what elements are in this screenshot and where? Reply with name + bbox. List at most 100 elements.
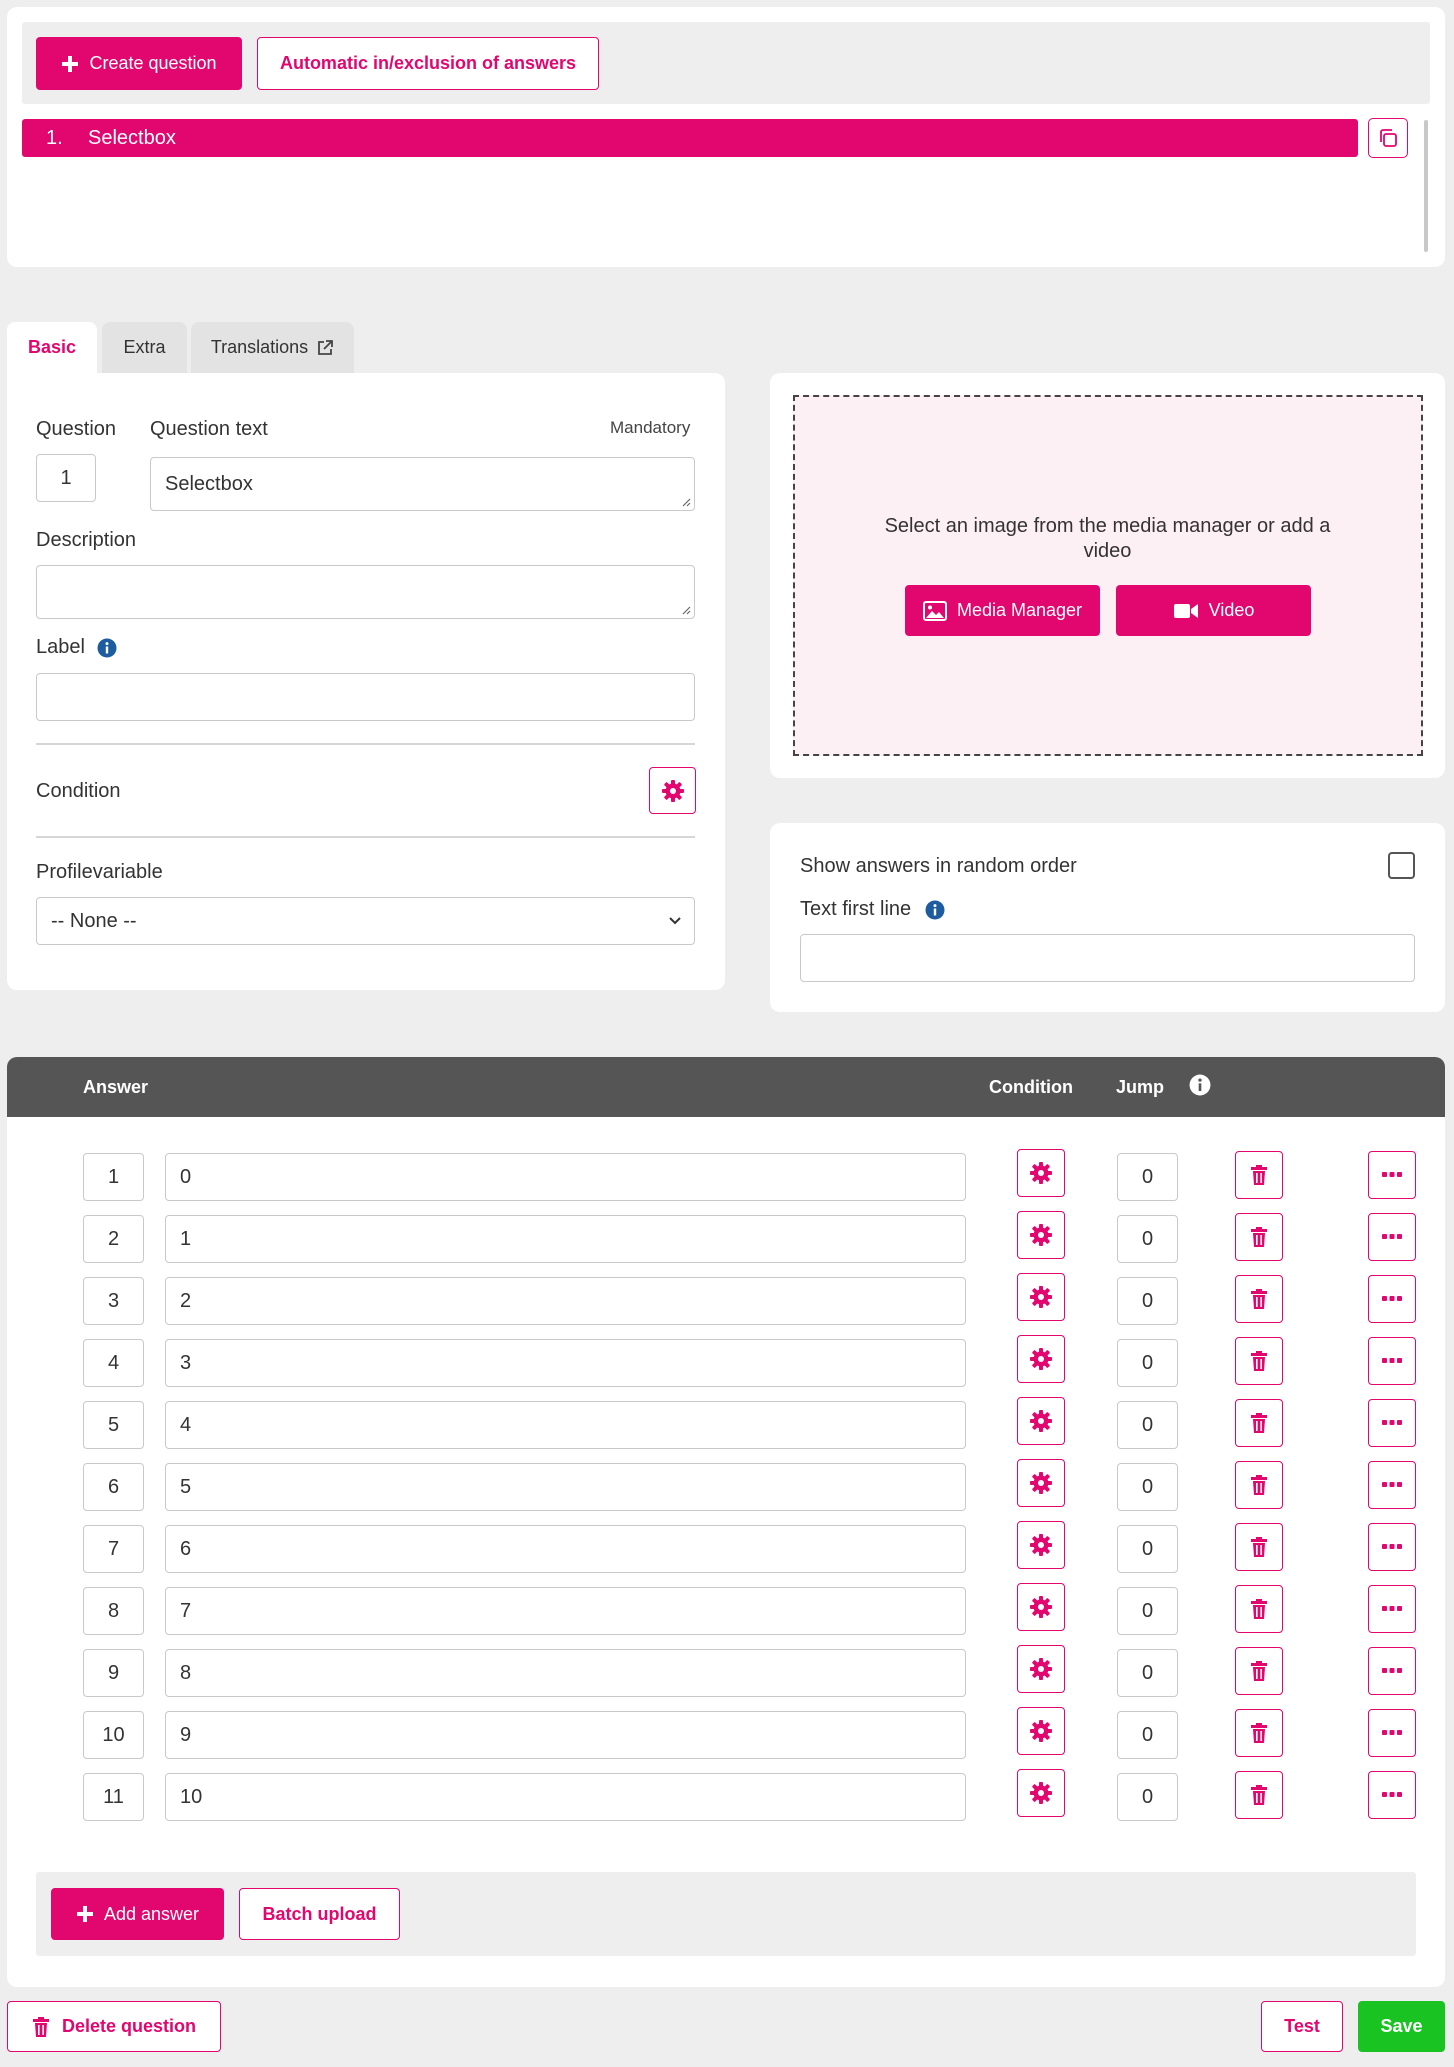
answer-jump-input[interactable]: 0 [1117,1463,1178,1511]
answer-text-input[interactable]: 6 [165,1525,966,1573]
profilevariable-select[interactable]: -- None -- [36,897,695,945]
create-question-button[interactable]: Create question [36,37,242,90]
delete-answer-button[interactable] [1235,1461,1283,1509]
label-input[interactable] [36,673,695,721]
answer-number-input[interactable]: 4 [83,1339,144,1387]
answer-text-input[interactable]: 9 [165,1711,966,1759]
tab-extra[interactable]: Extra [102,322,187,373]
answer-more-button[interactable] [1368,1151,1416,1199]
answer-text-input[interactable]: 10 [165,1773,966,1821]
answer-condition-button[interactable] [1017,1459,1065,1507]
answer-text-input[interactable]: 2 [165,1277,966,1325]
info-icon[interactable] [925,900,945,920]
add-answer-button[interactable]: Add answer [51,1888,224,1940]
answer-jump-input[interactable]: 0 [1117,1401,1178,1449]
question-list-item[interactable]: 1. Selectbox [22,119,1358,157]
answer-jump-input[interactable]: 0 [1117,1339,1178,1387]
answer-more-button[interactable] [1368,1709,1416,1757]
description-input[interactable] [36,565,695,619]
answer-more-button[interactable] [1368,1523,1416,1571]
answer-number-input[interactable]: 8 [83,1587,144,1635]
question-text-input[interactable]: Selectbox [150,457,695,511]
question-list-scrollbar[interactable] [1424,120,1428,252]
answer-jump-input[interactable]: 0 [1117,1773,1178,1821]
test-button[interactable]: Test [1261,2001,1343,2052]
save-button[interactable]: Save [1358,2001,1445,2052]
answer-jump-input[interactable]: 0 [1117,1711,1178,1759]
media-dropzone[interactable] [793,395,1423,756]
delete-answer-button[interactable] [1235,1151,1283,1199]
video-button[interactable]: Video [1116,585,1311,636]
ellipsis-icon [1382,1172,1402,1177]
auto-inclusion-button[interactable]: Automatic in/exclusion of answers [257,37,599,90]
answer-text-input[interactable]: 1 [165,1215,966,1263]
resize-grip-icon[interactable] [681,605,691,615]
answer-jump-input[interactable]: 0 [1117,1215,1178,1263]
delete-answer-button[interactable] [1235,1771,1283,1819]
answer-jump-input[interactable]: 0 [1117,1277,1178,1325]
question-number-input[interactable]: 1 [36,454,96,502]
answer-more-button[interactable] [1368,1275,1416,1323]
tab-translations-label: Translations [210,337,309,357]
ellipsis-icon [1382,1358,1402,1363]
answer-text-input[interactable]: 5 [165,1463,966,1511]
answer-condition-button[interactable] [1017,1211,1065,1259]
answer-condition-button[interactable] [1017,1769,1065,1817]
text-first-line-input[interactable] [800,934,1415,982]
answer-more-button[interactable] [1368,1647,1416,1695]
answer-more-button[interactable] [1368,1213,1416,1261]
answer-more-button[interactable] [1368,1585,1416,1633]
delete-answer-button[interactable] [1235,1709,1283,1757]
answer-condition-button[interactable] [1017,1149,1065,1197]
random-order-checkbox[interactable] [1388,852,1415,879]
answer-jump-input[interactable]: 0 [1117,1525,1178,1573]
answer-text-input[interactable]: 4 [165,1401,966,1449]
delete-answer-button[interactable] [1235,1647,1283,1695]
answer-text-input[interactable]: 7 [165,1587,966,1635]
answer-condition-button[interactable] [1017,1645,1065,1693]
info-icon[interactable] [97,638,117,658]
answer-number-input[interactable]: 6 [83,1463,144,1511]
answer-condition-button[interactable] [1017,1335,1065,1383]
delete-answer-button[interactable] [1235,1337,1283,1385]
tab-basic[interactable]: Basic [7,322,97,373]
answer-jump-input[interactable]: 0 [1117,1587,1178,1635]
batch-upload-button[interactable]: Batch upload [239,1888,400,1940]
answer-condition-button[interactable] [1017,1521,1065,1569]
answer-number-input[interactable]: 5 [83,1401,144,1449]
answer-number-input[interactable]: 2 [83,1215,144,1263]
copy-question-button[interactable] [1368,118,1408,158]
answer-text-input[interactable]: 0 [165,1153,966,1201]
answer-number-input[interactable]: 10 [83,1711,144,1759]
delete-answer-button[interactable] [1235,1523,1283,1571]
tab-translations[interactable]: Translations [191,322,354,373]
tab-basic-label: Basic [27,337,77,357]
answer-more-button[interactable] [1368,1337,1416,1385]
answer-more-button[interactable] [1368,1399,1416,1447]
answer-number-input[interactable]: 11 [83,1773,144,1821]
info-icon[interactable] [1189,1074,1211,1096]
answer-condition-button[interactable] [1017,1397,1065,1445]
delete-question-button[interactable]: Delete question [7,2001,221,2052]
delete-answer-button[interactable] [1235,1585,1283,1633]
delete-answer-button[interactable] [1235,1399,1283,1447]
question-condition-button[interactable] [649,767,696,814]
answer-number-input[interactable]: 9 [83,1649,144,1697]
delete-answer-button[interactable] [1235,1213,1283,1261]
answer-number-input[interactable]: 1 [83,1153,144,1201]
answer-text-input[interactable]: 8 [165,1649,966,1697]
answer-more-button[interactable] [1368,1461,1416,1509]
answer-number-input[interactable]: 7 [83,1525,144,1573]
media-manager-button[interactable]: Media Manager [905,585,1100,636]
answer-condition-button[interactable] [1017,1583,1065,1631]
answer-condition-button[interactable] [1017,1707,1065,1755]
answer-condition-button[interactable] [1017,1273,1065,1321]
answer-text-input[interactable]: 3 [165,1339,966,1387]
answer-jump-input[interactable]: 0 [1117,1649,1178,1697]
answer-number-input[interactable]: 3 [83,1277,144,1325]
resize-grip-icon[interactable] [681,497,691,507]
answer-jump-input[interactable]: 0 [1117,1153,1178,1201]
delete-answer-button[interactable] [1235,1275,1283,1323]
answer-jump: 0 [1141,1723,1154,1746]
answer-more-button[interactable] [1368,1771,1416,1819]
